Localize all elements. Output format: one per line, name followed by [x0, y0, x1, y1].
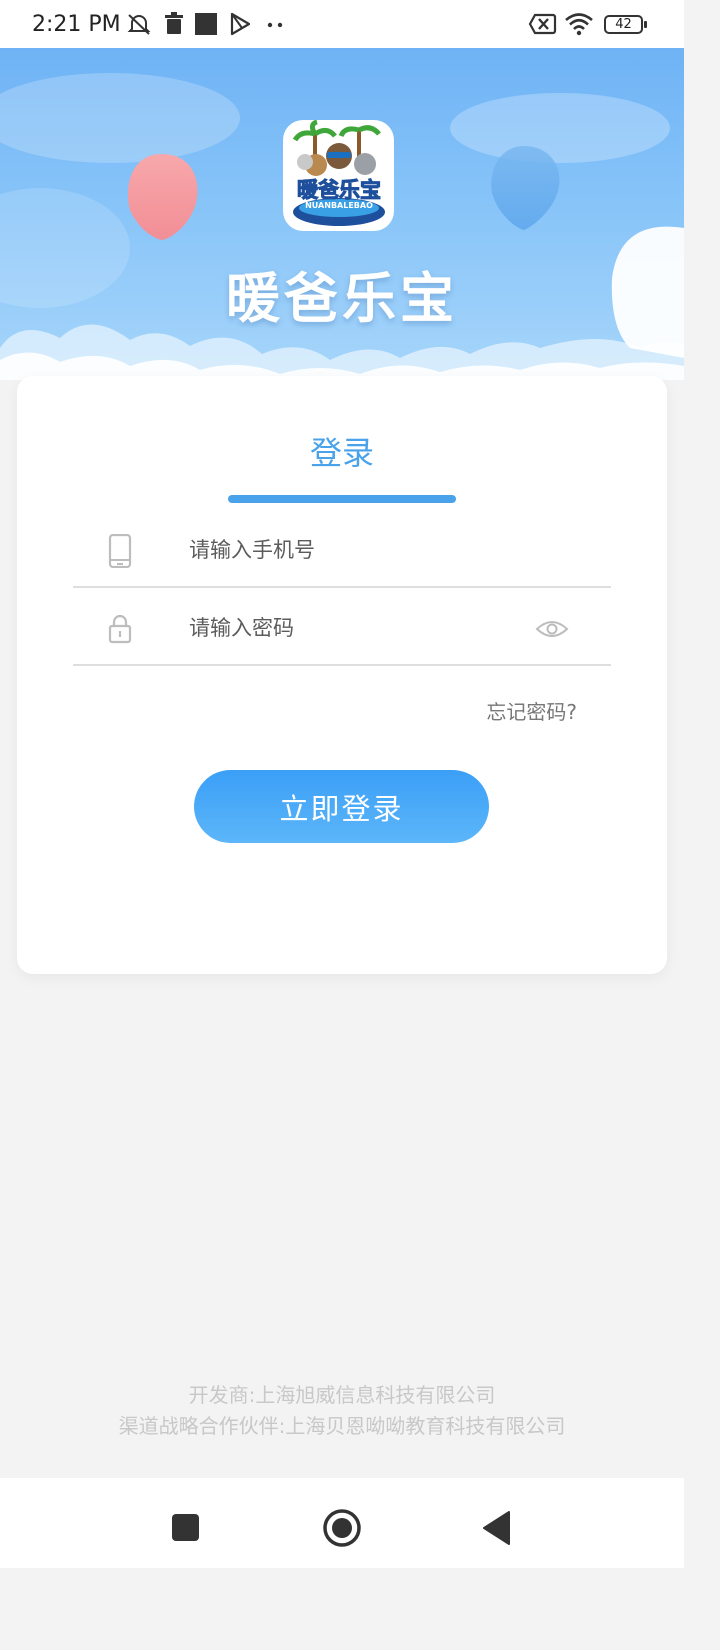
home-icon[interactable]: [320, 1506, 364, 1550]
system-nav-bar: [0, 1478, 684, 1568]
no-sim-icon: [528, 13, 557, 35]
recents-icon[interactable]: [164, 1506, 208, 1550]
phone-icon: [108, 534, 132, 568]
more-dots-icon: [267, 22, 283, 28]
password-field: [73, 588, 611, 666]
battery-level: 42: [615, 17, 632, 32]
developer-credit: 开发商:上海旭威信息科技有限公司: [188, 1383, 496, 1407]
hero-banner: 暖爸乐宝 NUANBALEBAO 暖爸乐宝: [0, 48, 684, 380]
mute-icon: [127, 14, 151, 35]
status-time: 2:21 PM: [32, 12, 121, 37]
forgot-password-link[interactable]: 忘记密码?: [457, 696, 577, 725]
login-button[interactable]: 立即登录: [194, 770, 489, 843]
phone-field: [73, 510, 611, 588]
status-bar: 2:21 PM 42: [0, 0, 684, 48]
app-logo-illustration: 暖爸乐宝 NUANBALEBAO: [292, 120, 385, 226]
logo-text: 暖爸乐宝: [297, 178, 381, 202]
login-title-underline: [228, 495, 456, 503]
password-input[interactable]: [189, 608, 519, 648]
footer: 开发商:上海旭威信息科技有限公司 渠道战略合作伙伴:上海贝恩呦呦教育科技有限公司: [0, 1380, 684, 1442]
app-logo: 暖爸乐宝 NUANBALEBAO: [283, 120, 394, 231]
partner-credit: 渠道战略合作伙伴:上海贝恩呦呦教育科技有限公司: [118, 1414, 566, 1438]
logo-subtext: NUANBALEBAO: [305, 201, 373, 210]
login-title: 登录: [309, 434, 374, 472]
lock-icon: [108, 614, 132, 644]
phone-input[interactable]: [189, 530, 519, 570]
eye-icon[interactable]: [535, 618, 569, 640]
app-name-title: 暖爸乐宝: [226, 267, 458, 330]
login-card: 登录 忘记密码? 立即登录: [17, 376, 667, 974]
battery-icon: 42: [604, 12, 648, 36]
play-store-icon: [230, 12, 251, 36]
trash-icon: [165, 12, 183, 34]
square-icon: [195, 13, 217, 35]
back-icon[interactable]: [478, 1506, 522, 1550]
wifi-icon: [565, 13, 593, 36]
